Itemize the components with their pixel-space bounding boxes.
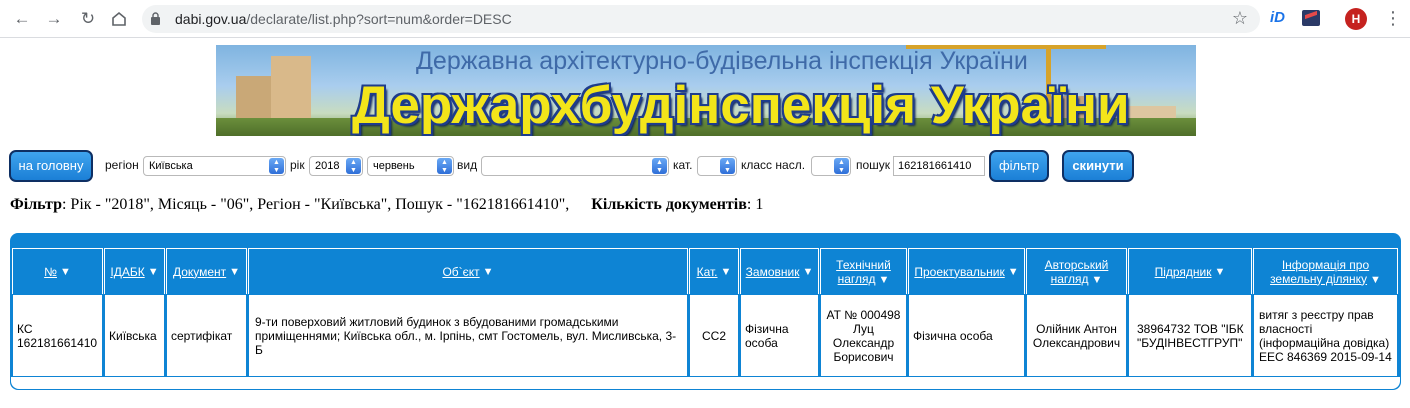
sort-link-land-line1[interactable]: Інформація про — [1282, 258, 1369, 272]
extension-id-icon[interactable]: iD — [1270, 9, 1285, 26]
sort-desc-icon[interactable]: ▼ — [483, 266, 494, 278]
table-cell-tech-supervision: АТ № 000498 Луц Олександр Борисович — [820, 294, 907, 377]
sort-desc-icon[interactable]: ▼ — [1370, 274, 1381, 286]
table-cell-object: 9-ти поверховий житловий будинок з вбудо… — [248, 294, 688, 377]
document-count-label: Кількість документів — [591, 196, 747, 213]
search-label: пошук — [856, 158, 891, 172]
sort-desc-icon[interactable]: ▼ — [1008, 266, 1019, 278]
kebab-menu-icon[interactable]: ⋮ — [1384, 7, 1402, 29]
sort-link-designer[interactable]: Проектувальник — [914, 265, 1004, 279]
filter-summary: Фільтр: Рік - "2018", Місяць - "06", Рег… — [10, 196, 763, 214]
search-input[interactable]: 162181661410 — [893, 156, 985, 176]
lock-icon — [151, 12, 160, 25]
column-header-tech-supervision[interactable]: Технічний нагляд ▼ — [820, 248, 907, 295]
category-select[interactable]: ▲ ▼ — [697, 156, 737, 176]
column-header-object[interactable]: Об`єкт ▼ — [248, 248, 688, 295]
table-footer-band — [11, 377, 1400, 389]
column-header-customer[interactable]: Замовник ▼ — [740, 248, 819, 295]
url-text: dabi.gov.ua/declarate/list.php?sort=num&… — [175, 11, 512, 27]
table-cell-contractor: 38964732 ТОВ "ІБК "БУДІНВЕСТГРУП" — [1128, 294, 1252, 377]
sort-desc-icon[interactable]: ▼ — [148, 266, 159, 278]
filter-button[interactable]: фільтр — [989, 150, 1049, 182]
type-select[interactable]: ▲ ▼ — [481, 156, 669, 176]
sort-desc-icon[interactable]: ▼ — [721, 266, 732, 278]
column-header-designer[interactable]: Проектувальник ▼ — [908, 248, 1025, 295]
table-cell-author-supervision: Олійник Антон Олександрович — [1026, 294, 1127, 377]
table-cell-idabk: Київська — [104, 294, 165, 377]
profile-avatar[interactable]: H — [1345, 8, 1367, 30]
month-select[interactable]: червень ▲ ▼ — [367, 156, 454, 176]
extension-flag-icon[interactable] — [1302, 10, 1320, 26]
sort-link-tech-line1[interactable]: Технічний — [836, 258, 891, 272]
sort-link-tech-line2[interactable]: нагляд — [838, 272, 876, 286]
column-header-num[interactable]: № ▼ — [12, 248, 103, 295]
region-select[interactable]: Київська ▲ ▼ — [143, 156, 286, 176]
year-select-value: 2018 — [315, 160, 340, 172]
sort-link-object[interactable]: Об`єкт — [442, 265, 479, 279]
category-label: кат. — [673, 158, 693, 172]
select-arrows-icon: ▲ ▼ — [720, 158, 735, 174]
table-cell-category: СС2 — [689, 294, 739, 377]
url-domain: dabi.gov.ua — [175, 11, 247, 27]
site-banner: Державна архітектурно-будівельна інспекц… — [216, 45, 1196, 136]
year-select[interactable]: 2018 ▲ ▼ — [309, 156, 363, 176]
sort-desc-icon[interactable]: ▼ — [229, 266, 240, 278]
filter-summary-text: : Рік - "2018", Місяць - "06", Регіон - … — [61, 196, 570, 213]
sort-link-document[interactable]: Документ — [173, 265, 226, 279]
region-label: регіон — [105, 158, 139, 172]
home-icon[interactable] — [109, 9, 129, 29]
consequence-class-select[interactable]: ▲ ▼ — [811, 156, 851, 176]
sort-link-category[interactable]: Кат. — [697, 265, 718, 279]
sort-link-land-line2[interactable]: земельну ділянку — [1270, 272, 1367, 286]
column-header-land-info[interactable]: Інформація про земельну ділянку ▼ — [1253, 248, 1398, 295]
banner-title: Держархбудінспекція України — [352, 76, 1130, 135]
table-cell-customer: Фізична особа — [740, 294, 819, 377]
sort-link-customer[interactable]: Замовник — [746, 265, 800, 279]
browser-toolbar: ← → ↻ dabi.gov.ua/declarate/list.php?sor… — [0, 0, 1410, 38]
column-header-contractor[interactable]: Підрядник ▼ — [1128, 248, 1252, 295]
sort-desc-icon[interactable]: ▼ — [1092, 274, 1103, 286]
document-count-value: : 1 — [746, 196, 764, 213]
table-cell-designer: Фізична особа — [908, 294, 1025, 377]
sort-link-num[interactable]: № — [44, 265, 57, 279]
column-header-idabk[interactable]: ІДАБК ▼ — [104, 248, 165, 295]
reset-button[interactable]: скинути — [1062, 150, 1134, 182]
year-label: рік — [290, 158, 305, 172]
home-button[interactable]: на головну — [9, 150, 93, 182]
sort-link-author-line2[interactable]: нагляд — [1051, 272, 1089, 286]
select-arrows-icon: ▲ ▼ — [652, 158, 667, 174]
reload-icon[interactable]: ↻ — [78, 9, 98, 29]
table-cell-document: сертифікат — [166, 294, 247, 377]
sort-link-contractor[interactable]: Підрядник — [1155, 265, 1212, 279]
month-select-value: червень — [373, 160, 415, 172]
select-arrows-icon: ▲ ▼ — [437, 158, 452, 174]
column-header-author-supervision[interactable]: Авторський нагляд ▼ — [1026, 248, 1127, 295]
sort-link-idabk[interactable]: ІДАБК — [110, 265, 144, 279]
address-bar[interactable]: dabi.gov.ua/declarate/list.php?sort=num&… — [142, 5, 1260, 33]
back-arrow-icon[interactable]: ← — [12, 9, 32, 29]
forward-arrow-icon[interactable]: → — [44, 9, 64, 29]
region-select-value: Київська — [149, 160, 193, 172]
bookmark-star-icon[interactable]: ☆ — [1232, 8, 1248, 29]
column-header-category[interactable]: Кат. ▼ — [689, 248, 739, 295]
table-cell-num: КС 162181661410 — [12, 294, 103, 377]
declarations-table: № ▼ ІДАБК ▼ Документ ▼ Об`єкт ▼ Кат. ▼ Замовн… — [10, 233, 1401, 390]
sort-desc-icon[interactable]: ▼ — [60, 266, 71, 278]
select-arrows-icon: ▲ ▼ — [346, 158, 361, 174]
sort-desc-icon[interactable]: ▼ — [879, 274, 890, 286]
type-label: вид — [457, 158, 478, 172]
sort-link-author-line1[interactable]: Авторський — [1045, 258, 1109, 272]
sort-desc-icon[interactable]: ▼ — [1215, 266, 1226, 278]
banner-subtitle: Державна архітектурно-будівельна інспекц… — [416, 47, 1028, 75]
select-arrows-icon: ▲ ▼ — [269, 158, 284, 174]
consequence-class-label: класс насл. — [741, 158, 806, 172]
sort-desc-icon[interactable]: ▼ — [802, 266, 813, 278]
filter-summary-label: Фільтр — [10, 196, 62, 213]
select-arrows-icon: ▲ ▼ — [834, 158, 849, 174]
column-header-document[interactable]: Документ ▼ — [166, 248, 247, 295]
table-cell-land-info: витяг з реєстру прав власності (інформац… — [1253, 294, 1398, 377]
url-path: /declarate/list.php?sort=num&order=DESC — [246, 11, 512, 27]
